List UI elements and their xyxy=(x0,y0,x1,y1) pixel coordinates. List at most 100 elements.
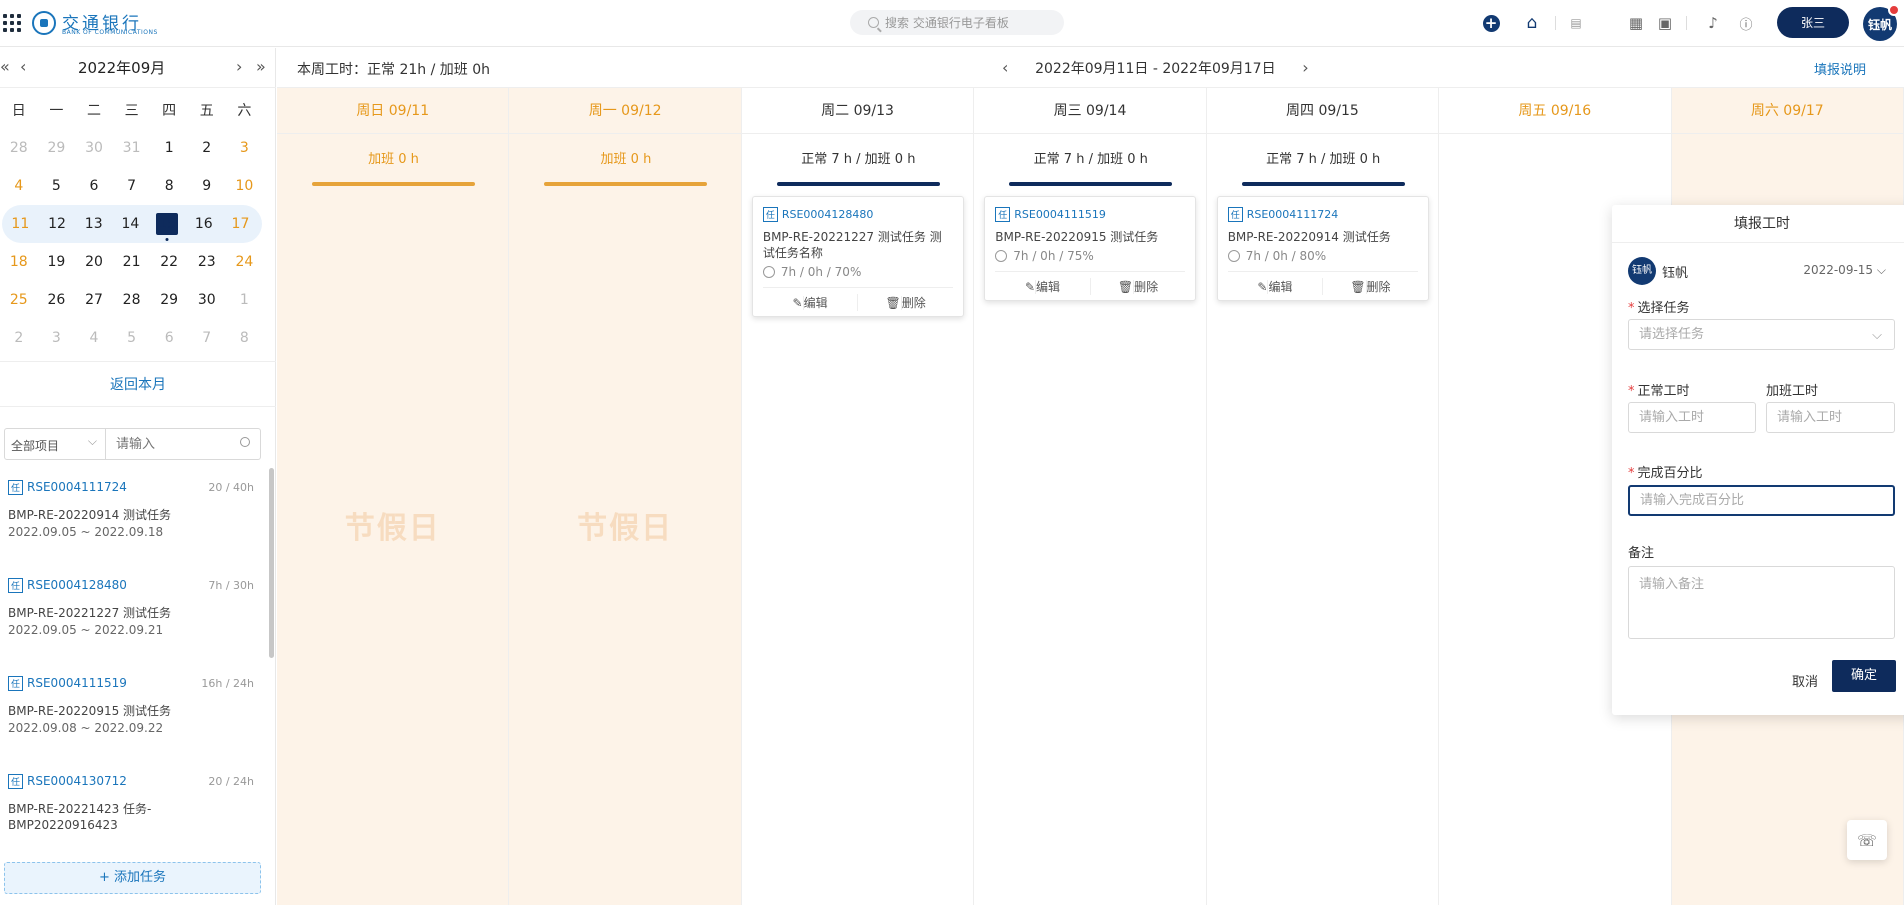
normal-hours-input[interactable]: 请输入工时 xyxy=(1628,402,1756,433)
confirm-button[interactable]: 确定 xyxy=(1832,660,1896,692)
next-month-button[interactable]: › xyxy=(236,57,242,76)
weekday-label: 二 xyxy=(86,103,101,119)
calendar-day[interactable]: 14 xyxy=(112,216,149,232)
day-column[interactable]: 周日 09/11 加班 0 h 节假日 xyxy=(277,88,510,905)
user-menu-button[interactable]: 张三 xyxy=(1777,7,1849,38)
calendar-day[interactable]: 23 xyxy=(188,254,226,270)
apps-grid-icon[interactable] xyxy=(3,14,21,32)
day-column[interactable]: 周三 09/14 正常 7 h / 加班 0 h 任 RSE0004111519 BMP… xyxy=(974,88,1207,905)
task-list-item[interactable]: 任 RSE0004128480 7h / 30h BMP-RE-20221227 测试… xyxy=(8,578,260,658)
bell-icon[interactable]: ♪ xyxy=(1703,13,1723,33)
cancel-button[interactable]: 取消 xyxy=(1784,667,1826,699)
prev-month-button[interactable]: ‹ xyxy=(20,57,26,76)
home-icon[interactable]: ⌂ xyxy=(1522,13,1542,33)
calendar-day[interactable]: 6 xyxy=(150,330,188,346)
avatar: 钰帆 xyxy=(1628,257,1656,285)
report-icon[interactable]: ▤ xyxy=(1566,13,1586,33)
work-card[interactable]: 任 RSE0004111724 BMP-RE-20220914 测试任务 7h / 0… xyxy=(1216,196,1429,301)
calendar-day[interactable]: 3 xyxy=(38,330,76,346)
date-select[interactable]: 2022-09-15 ⌵ xyxy=(1803,263,1886,278)
task-search-input[interactable] xyxy=(106,429,226,459)
calendar-day[interactable]: 4 xyxy=(75,330,113,346)
next-year-button[interactable]: » xyxy=(256,57,266,76)
trash-icon: 🗑 xyxy=(1350,279,1366,294)
calendar-day[interactable]: 26 xyxy=(38,292,76,308)
calendar-day[interactable]: 25 xyxy=(0,292,38,308)
calendar-day[interactable]: 10 xyxy=(226,178,264,194)
add-task-button[interactable]: + 添加任务 xyxy=(4,862,261,894)
calendar-day[interactable]: 16 xyxy=(185,216,222,232)
bank-logo[interactable]: 交通银行 BANK OF COMMUNICATIONS xyxy=(30,8,175,38)
task-name: BMP-RE-20220915 测试任务 xyxy=(8,704,172,718)
calendar-day[interactable]: 15 xyxy=(149,213,186,235)
calendar-day[interactable]: 29 xyxy=(150,292,188,308)
work-card[interactable]: 任 RSE0004111519 BMP-RE-20220915 测试任务 7h / 0… xyxy=(984,196,1197,301)
next-week-button[interactable]: › xyxy=(1302,58,1308,77)
instructions-link[interactable]: 填报说明 xyxy=(1814,59,1866,78)
add-icon[interactable]: + xyxy=(1481,13,1501,33)
search-icon[interactable] xyxy=(240,437,250,447)
avatar[interactable]: 钰帆 xyxy=(1863,4,1900,41)
remark-textarea[interactable]: 请输入备注 xyxy=(1628,566,1895,639)
day-column[interactable]: 周四 09/15 正常 7 h / 加班 0 h 任 RSE0004111724 BMP… xyxy=(1206,88,1440,905)
schedule-icon[interactable]: ▣ xyxy=(1655,13,1675,33)
customer-service-icon[interactable]: ☏ xyxy=(1847,820,1887,860)
global-search[interactable]: 搜索 交通银行电子看板 xyxy=(850,10,1064,35)
edit-button[interactable]: ✎编辑 xyxy=(1228,278,1323,295)
task-list-item[interactable]: 任 RSE0004130712 20 / 24h BMP-RE-20221423 任务… xyxy=(8,774,260,854)
task-list-item[interactable]: 任 RSE0004111519 16h / 24h BMP-RE-20220915 测… xyxy=(8,676,260,756)
calendar-day[interactable]: 7 xyxy=(188,330,226,346)
project-select[interactable]: 全部项目 xyxy=(5,429,106,459)
calendar-day[interactable]: 3 xyxy=(226,140,264,156)
calendar-day[interactable]: 13 xyxy=(75,216,112,232)
prev-week-button[interactable]: ‹ xyxy=(1002,58,1008,77)
progress-input[interactable]: 请输入完成百分比 xyxy=(1628,485,1895,516)
calendar-day[interactable]: 24 xyxy=(226,254,264,270)
edit-button[interactable]: ✎编辑 xyxy=(995,278,1090,295)
prev-year-button[interactable]: « xyxy=(0,57,10,76)
calendar-day[interactable]: 1 xyxy=(150,140,188,156)
calendar-day[interactable]: 22 xyxy=(150,254,188,270)
calendar-day[interactable]: 17 xyxy=(222,216,259,232)
calendar-day[interactable]: 2 xyxy=(0,330,38,346)
task-list-item[interactable]: 任 RSE0004111724 20 / 40h BMP-RE-20220914 测试… xyxy=(8,480,260,560)
calendar-day[interactable]: 19 xyxy=(38,254,76,270)
delete-button[interactable]: 🗑删除 xyxy=(1089,277,1186,295)
calendar-day[interactable]: 2 xyxy=(188,140,226,156)
calendar-day[interactable]: 7 xyxy=(113,178,151,194)
work-card[interactable]: 任 RSE0004128480 BMP-RE-20221227 测试任务 测试任务名… xyxy=(751,196,964,317)
delete-button[interactable]: 🗑删除 xyxy=(857,293,953,311)
calendar-day[interactable]: 5 xyxy=(38,178,76,194)
calendar-day[interactable]: 8 xyxy=(226,330,264,346)
calendar-day[interactable]: 5 xyxy=(113,330,151,346)
calendar-day[interactable]: 28 xyxy=(113,292,151,308)
calendar-day[interactable]: 28 xyxy=(0,140,38,156)
day-header: 周日 09/11 xyxy=(277,88,509,134)
overtime-hours-input[interactable]: 请输入工时 xyxy=(1766,402,1895,433)
calendar-day[interactable]: 31 xyxy=(113,140,151,156)
calendar-day[interactable]: 8 xyxy=(150,178,188,194)
edit-button[interactable]: ✎编辑 xyxy=(763,294,858,311)
back-to-month-button[interactable]: 返回本月 xyxy=(0,361,276,407)
calendar-day[interactable]: 6 xyxy=(75,178,113,194)
calendar-day[interactable]: 9 xyxy=(188,178,226,194)
calendar-day[interactable]: 1 xyxy=(226,292,264,308)
calendar-day[interactable]: 21 xyxy=(113,254,151,270)
help-icon[interactable]: ⓘ xyxy=(1736,13,1756,33)
day-column[interactable]: 周一 09/12 加班 0 h 节假日 xyxy=(509,88,742,905)
calendar-day[interactable]: 27 xyxy=(75,292,113,308)
calendar-day[interactable]: 20 xyxy=(75,254,113,270)
calendar-day[interactable]: 11 xyxy=(2,216,39,232)
delete-button[interactable]: 🗑删除 xyxy=(1322,277,1418,295)
task-select[interactable]: 请选择任务 xyxy=(1628,319,1895,350)
calendar-day[interactable]: 30 xyxy=(75,140,113,156)
calendar-day[interactable]: 30 xyxy=(188,292,226,308)
calendar-day[interactable]: 29 xyxy=(38,140,76,156)
calendar-day[interactable]: 12 xyxy=(39,216,76,232)
holiday-watermark: 节假日 xyxy=(344,511,441,546)
day-column[interactable]: 周二 09/13 正常 7 h / 加班 0 h 任 RSE0004128480 BMP… xyxy=(741,88,975,905)
task-list-scrollbar[interactable] xyxy=(269,468,274,658)
calendar-icon[interactable]: ▦ xyxy=(1626,13,1646,33)
calendar-day[interactable]: 18 xyxy=(0,254,38,270)
calendar-day[interactable]: 4 xyxy=(0,178,38,194)
